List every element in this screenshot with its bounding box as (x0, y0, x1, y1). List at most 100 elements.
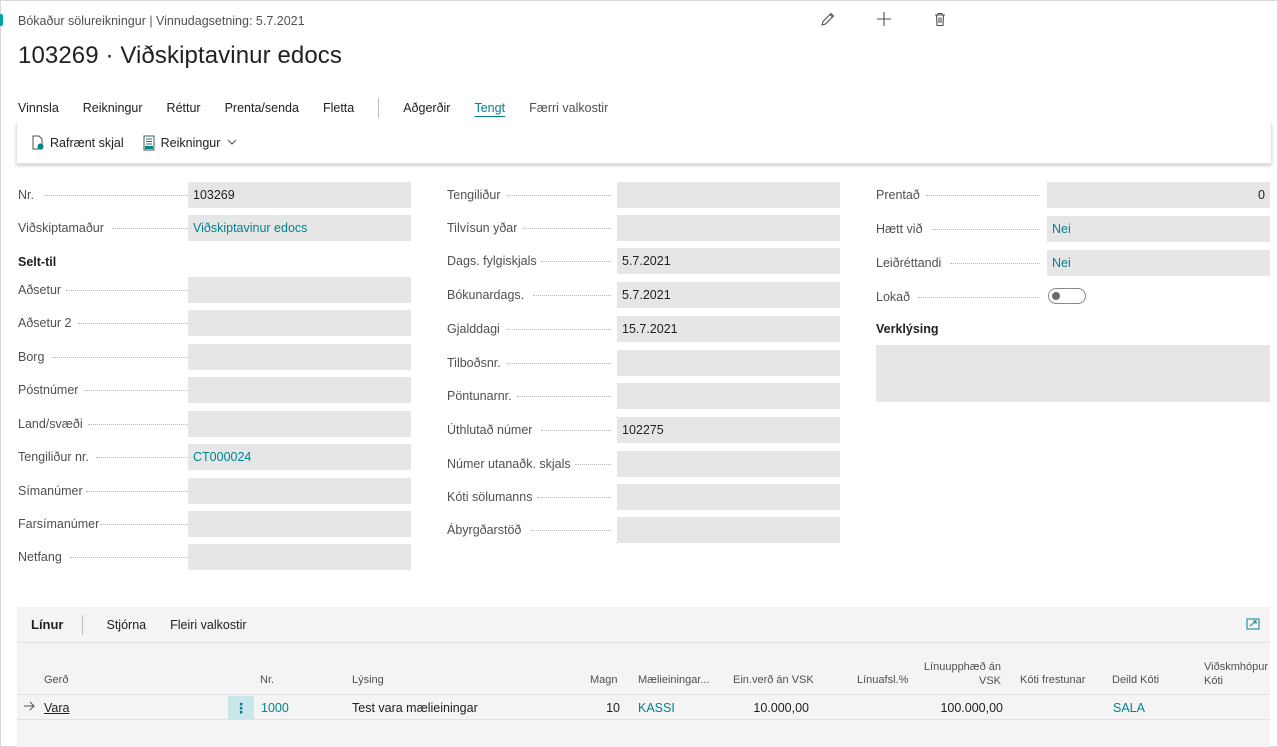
line-amount[interactable]: 100.000,00 (917, 701, 1003, 715)
lines-title[interactable]: Línur (31, 617, 64, 632)
menu-tengt[interactable]: Tengt (474, 101, 505, 115)
header-divider (17, 694, 1270, 695)
menu-separator (378, 98, 380, 118)
lines-panel: Línur Stjórna Fleiri valkostir Gerð Nr. … (17, 607, 1270, 747)
quote-no-value[interactable] (617, 350, 840, 376)
invoice-icon (142, 135, 156, 151)
edit-icon[interactable] (818, 11, 838, 31)
action-bar: Rafrænt skjal Reikningur (16, 123, 1272, 164)
action-menu: Vinnsla Reikningur Réttur Prenta/senda F… (18, 98, 632, 118)
field-country: Land/svæði (18, 411, 411, 437)
invoice-dropdown-button[interactable]: Reikningur (142, 135, 238, 151)
city-value[interactable] (188, 344, 411, 370)
menu-fletta[interactable]: Fletta (323, 101, 354, 115)
delete-icon[interactable] (930, 11, 950, 31)
menu-reikningur[interactable]: Reikningur (83, 101, 143, 115)
menu-prenta-senda[interactable]: Prenta/senda (225, 101, 299, 115)
field-cancelled: Hætt við Nei (876, 216, 1270, 242)
line-unit-price[interactable]: 10.000,00 (729, 701, 809, 715)
order-no-value[interactable] (617, 383, 840, 409)
lines-menu-more-options[interactable]: Fleiri valkostir (170, 618, 246, 632)
col-uom[interactable]: Mælieiningar... (638, 673, 710, 687)
lines-menu-manage[interactable]: Stjórna (107, 618, 147, 632)
printed-value[interactable]: 0 (1047, 182, 1270, 208)
field-pre-assigned-no: Úthlutað númer 102275 (447, 417, 840, 443)
menu-adgerdir[interactable]: Aðgerðir (403, 101, 450, 115)
field-quote-no: Tilboðsnr. (447, 350, 840, 376)
pre-assigned-no-value[interactable]: 102275 (617, 417, 840, 443)
line-no[interactable]: 1000 (261, 701, 289, 715)
row-actions-button[interactable]: ⋮ (228, 696, 254, 720)
col-type[interactable]: Gerð (44, 673, 68, 687)
address-value[interactable] (188, 277, 411, 303)
email-value[interactable] (188, 544, 411, 570)
page-title: 103269 · Viðskiptavinur edocs (18, 42, 342, 69)
address2-value[interactable] (188, 310, 411, 336)
col-no[interactable]: Nr. (260, 673, 274, 687)
field-nr: Nr. 103269 (18, 182, 411, 208)
col-department-code[interactable]: Deild Kóti (1112, 673, 1159, 687)
work-description-heading: Verklýsing (876, 322, 939, 336)
electronic-document-button[interactable]: Rafrænt skjal (31, 135, 124, 151)
col-unit-price[interactable]: Ein.verð án VSK (733, 673, 814, 687)
customer-value[interactable]: Viðskiptavinur edocs (188, 215, 411, 241)
external-doc-no-value[interactable] (617, 451, 840, 477)
menu-vinnsla[interactable]: Vinnsla (18, 101, 59, 115)
field-responsibility-center: Ábyrgðarstöð (447, 517, 840, 543)
contact-value[interactable] (617, 182, 840, 208)
contact-no-value[interactable]: CT000024 (188, 444, 411, 470)
field-corrective: Leiðréttandi Nei (876, 250, 1270, 276)
col-line-amount[interactable]: Línuupphæð án VSK (921, 660, 1001, 688)
mobile-value[interactable] (188, 511, 411, 537)
menu-rettur[interactable]: Réttur (167, 101, 201, 115)
salesperson-code-value[interactable] (617, 484, 840, 510)
row-divider (17, 719, 1270, 720)
due-date-value[interactable]: 15.7.2021 (617, 316, 840, 342)
document-date-value[interactable]: 5.7.2021 (617, 248, 840, 274)
closed-toggle[interactable] (1048, 288, 1086, 304)
field-order-no: Pöntunarnr. (447, 383, 840, 409)
postcode-value[interactable] (188, 377, 411, 403)
expand-icon[interactable] (1246, 617, 1260, 631)
col-line-discount[interactable]: Línuafsl.% (857, 673, 908, 687)
work-description-textarea[interactable] (876, 345, 1270, 402)
field-document-date: Dags. fylgiskjals 5.7.2021 (447, 248, 840, 274)
col-description[interactable]: Lýsing (352, 673, 384, 687)
cancelled-value[interactable]: Nei (1047, 216, 1270, 242)
menu-fewer-options[interactable]: Færri valkostir (529, 101, 608, 115)
field-address: Aðsetur (18, 277, 411, 303)
page-caption: Bókaður sölureikningur | Vinnudagsetning… (18, 14, 305, 28)
invoice-label: Reikningur (160, 136, 221, 150)
field-salesperson-code: Kóti sölumanns (447, 484, 840, 510)
field-city: Borg (18, 344, 411, 370)
col-customer-group-code[interactable]: Viðskmhópur Kóti (1204, 660, 1268, 688)
field-postcode: Póstnúmer (18, 377, 411, 403)
field-printed: Prentað 0 (876, 182, 1270, 208)
field-contact-no: Tengiliður nr. CT000024 (18, 444, 411, 470)
line-uom[interactable]: KASSI (638, 701, 675, 715)
line-type[interactable]: Vara (44, 701, 69, 715)
add-icon[interactable] (874, 11, 894, 31)
lines-separator (81, 614, 83, 635)
field-address2: Aðsetur 2 (18, 310, 411, 336)
line-quantity[interactable]: 10 (570, 701, 620, 715)
posting-date-value[interactable]: 5.7.2021 (617, 282, 840, 308)
your-ref-value[interactable] (617, 215, 840, 241)
nr-value[interactable]: 103269 (188, 182, 411, 208)
field-mobile: Farsímanúmer (18, 511, 411, 537)
row-arrow-icon (23, 700, 35, 714)
focus-indicator (0, 14, 3, 26)
line-department-code[interactable]: SALA (1113, 701, 1145, 715)
responsibility-center-value[interactable] (617, 517, 840, 543)
col-quantity[interactable]: Magn (590, 673, 618, 687)
chevron-down-icon (227, 138, 237, 149)
col-deferral-code[interactable]: Kóti frestunar (1020, 673, 1085, 687)
field-due-date: Gjalddagi 15.7.2021 (447, 316, 840, 342)
field-email: Netfang (18, 544, 411, 570)
field-posting-date: Bókunardags. 5.7.2021 (447, 282, 840, 308)
document-icon (31, 135, 45, 151)
phone-value[interactable] (188, 478, 411, 504)
country-value[interactable] (188, 411, 411, 437)
corrective-value[interactable]: Nei (1047, 250, 1270, 276)
line-description[interactable]: Test vara mælieiningar (352, 701, 478, 715)
